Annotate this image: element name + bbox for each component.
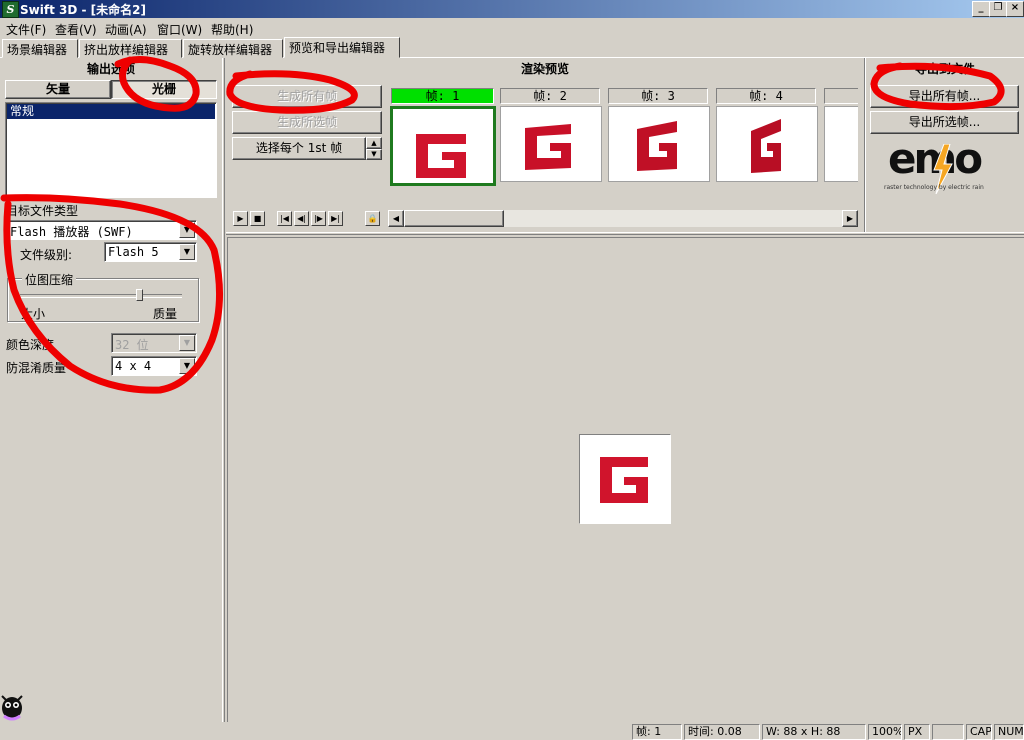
title-bar: S Swift 3D - [未命名2] _ ❐ × — [0, 0, 1024, 18]
frame-label: 帧: 3 — [608, 88, 708, 104]
frame-strip-scrollbar[interactable]: ◀ ▶ — [388, 210, 858, 227]
menu-view[interactable]: 查看(V) — [55, 21, 97, 38]
target-type-value: Flash 播放器 (SWF) — [10, 225, 133, 239]
antialias-select[interactable]: 4 x 4 ▼ — [111, 356, 197, 376]
first-frame-icon[interactable]: |◀ — [277, 211, 292, 226]
editor-tabs: 场景编辑器 挤出放样编辑器 旋转放样编辑器 预览和导出编辑器 — [0, 37, 1024, 58]
status-empty — [932, 724, 964, 740]
close-button[interactable]: × — [1006, 1, 1024, 17]
raster-button[interactable]: 光栅 — [111, 80, 217, 99]
g-logo-icon — [600, 457, 648, 503]
mascot-icon — [1, 695, 23, 721]
color-depth-value: 32 位 — [115, 338, 149, 352]
options-list[interactable]: 常规 — [5, 102, 217, 198]
last-frame-icon[interactable]: ▶| — [328, 211, 343, 226]
target-type-select[interactable]: Flash 播放器 (SWF) ▼ — [6, 220, 197, 240]
frame-thumbnail-1[interactable] — [390, 106, 496, 186]
next-frame-icon[interactable]: |▶ — [311, 211, 326, 226]
tab-scene-editor[interactable]: 场景编辑器 — [2, 39, 78, 58]
menu-window[interactable]: 窗口(W) — [157, 21, 202, 38]
generate-selected-frames-button[interactable]: 生成所选帧 — [232, 111, 382, 134]
status-unit: PX — [904, 724, 930, 740]
antialias-value: 4 x 4 — [115, 359, 152, 373]
status-zoom: 100% — [868, 724, 902, 740]
menu-help[interactable]: 帮助(H) — [211, 21, 253, 38]
status-num: NUM — [994, 724, 1024, 740]
lock-icon[interactable]: 🔒 — [365, 211, 380, 226]
chevron-down-icon[interactable]: ▼ — [179, 335, 195, 351]
frame-label: 帧: 1 — [391, 88, 494, 104]
preview-splitter[interactable] — [226, 232, 1024, 235]
color-depth-select[interactable]: 32 位 ▼ — [111, 333, 197, 353]
export-divider — [864, 58, 866, 233]
file-level-select[interactable]: Flash 5 ▼ — [104, 242, 197, 262]
main-preview-area — [227, 237, 1024, 722]
compression-slider-thumb[interactable] — [136, 289, 143, 301]
g-logo-icon — [751, 119, 781, 173]
slider-max-label: 质量 — [153, 307, 178, 321]
frame-label: 帧: 4 — [716, 88, 816, 104]
restore-button[interactable]: ❐ — [989, 1, 1007, 17]
window-title: Swift 3D - [未命名2] — [20, 3, 146, 17]
play-icon[interactable]: ▶ — [233, 211, 248, 226]
vector-button[interactable]: 矢量 — [5, 80, 111, 99]
export-all-frames-button[interactable]: 导出所有帧... — [870, 85, 1019, 108]
scroll-right-icon[interactable]: ▶ — [842, 210, 858, 227]
frame-label — [824, 88, 858, 104]
slider-track[interactable] — [20, 294, 182, 298]
status-frame: 帧: 1 — [632, 724, 682, 740]
status-size: W: 88 x H: 88 — [762, 724, 866, 740]
menu-file[interactable]: 文件(F) — [6, 21, 46, 38]
file-level-value: Flash 5 — [108, 245, 159, 259]
generate-all-frames-button[interactable]: 生成所有帧 — [232, 85, 382, 108]
target-type-label: 目标文件类型 — [6, 204, 79, 218]
preview-image — [579, 434, 671, 524]
frame-thumbnail-4[interactable] — [716, 106, 818, 182]
select-every-frame-button[interactable]: 选择每个 1st 帧 — [232, 137, 366, 160]
g-logo-icon — [416, 134, 466, 178]
export-selected-frames-button[interactable]: 导出所选帧... — [870, 111, 1019, 134]
app-icon: S — [2, 1, 19, 18]
export-to-file-header: 导出到文件 — [914, 62, 975, 76]
emo-logo: emo raster technology by electric rain — [884, 134, 1004, 196]
frame-thumbnail-3[interactable] — [608, 106, 710, 182]
status-time: 时间: 0.08 — [684, 724, 760, 740]
spin-down-icon[interactable]: ▼ — [366, 149, 382, 160]
frame-thumbnail-5[interactable] — [824, 106, 858, 182]
menu-animation[interactable]: 动画(A) — [105, 21, 147, 38]
compression-group-label: 位图压缩 — [22, 271, 77, 288]
slider-min-label: 大小 — [21, 307, 46, 321]
prev-frame-icon[interactable]: ◀| — [294, 211, 309, 226]
status-bar: 帧: 1 时间: 0.08 W: 88 x H: 88 100% PX CAP … — [0, 722, 1024, 740]
tab-lathe-editor[interactable]: 旋转放样编辑器 — [183, 39, 283, 58]
scroll-thumb[interactable] — [404, 210, 504, 227]
g-logo-icon — [525, 124, 571, 170]
spin-up-icon[interactable]: ▲ — [366, 137, 382, 149]
chevron-down-icon[interactable]: ▼ — [179, 244, 195, 260]
minimize-button[interactable]: _ — [972, 1, 990, 17]
stop-icon[interactable]: ■ — [250, 211, 265, 226]
frame-strip: 帧: 1 帧: 2 帧: 3 帧: 4 — [388, 86, 858, 212]
status-caps: CAP — [966, 724, 992, 740]
tab-preview-export-editor[interactable]: 预览和导出编辑器 — [284, 37, 400, 58]
menu-bar: 文件(F) 查看(V) 动画(A) 窗口(W) 帮助(H) — [0, 18, 1024, 38]
render-preview-header: 渲染预览 — [520, 62, 569, 76]
output-options-header: 输出选项 — [86, 62, 135, 76]
frame-label: 帧: 2 — [500, 88, 600, 104]
emo-tagline: raster technology by electric rain — [884, 184, 984, 191]
chevron-down-icon[interactable]: ▼ — [179, 358, 195, 374]
panel-splitter[interactable] — [222, 58, 225, 722]
scroll-left-icon[interactable]: ◀ — [388, 210, 404, 227]
frame-thumbnail-2[interactable] — [500, 106, 602, 182]
color-depth-label: 颜色深度 — [6, 338, 55, 352]
g-logo-icon — [637, 121, 677, 171]
chevron-down-icon[interactable]: ▼ — [179, 222, 195, 238]
antialias-label: 防混淆质量 — [6, 361, 67, 375]
tab-extrusion-editor[interactable]: 挤出放样编辑器 — [79, 39, 182, 58]
list-item[interactable]: 常规 — [7, 104, 215, 119]
file-level-label: 文件级别: — [20, 248, 73, 262]
